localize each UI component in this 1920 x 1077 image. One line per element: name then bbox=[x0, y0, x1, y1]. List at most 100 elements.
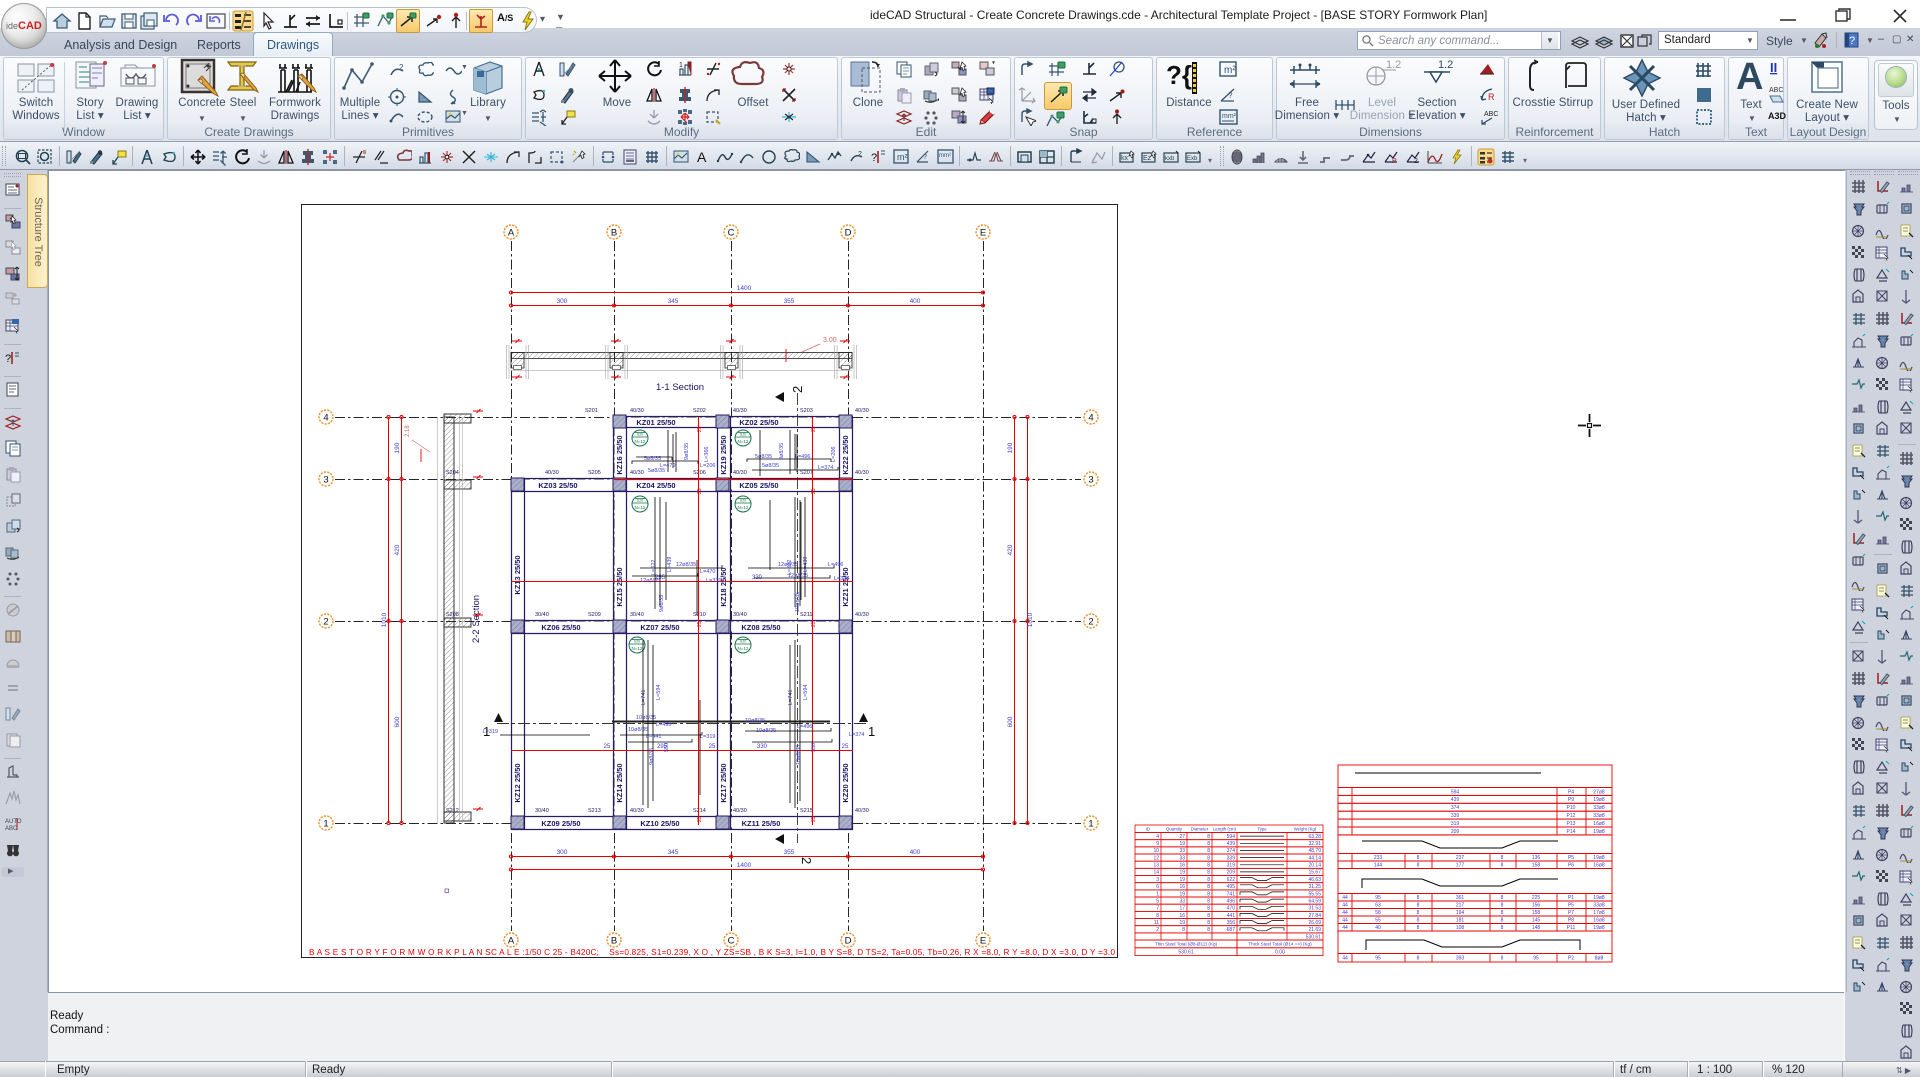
svg-text:17: 17 bbox=[1179, 906, 1185, 912]
svg-text:kxb: kxb bbox=[1165, 156, 1175, 162]
svg-text:N=12: N=12 bbox=[738, 505, 749, 510]
svg-text:12ø8/35: 12ø8/35 bbox=[778, 562, 798, 568]
svg-text:319: 319 bbox=[1451, 821, 1460, 827]
svg-text:2: 2 bbox=[858, 151, 862, 158]
svg-text:5ø8/35: 5ø8/35 bbox=[755, 454, 772, 460]
svg-text:kx: kx bbox=[1121, 155, 1129, 162]
svg-text:300: 300 bbox=[557, 849, 568, 856]
svg-text:300: 300 bbox=[557, 298, 568, 305]
svg-text:225: 225 bbox=[1532, 895, 1541, 901]
svg-text:44: 44 bbox=[1342, 910, 1348, 916]
svg-text:KZ16 25/50: KZ16 25/50 bbox=[615, 435, 624, 474]
svg-text:8: 8 bbox=[1207, 884, 1210, 890]
svg-text:Exb: Exb bbox=[1187, 156, 1198, 162]
svg-text:P5: P5 bbox=[1568, 903, 1574, 909]
svg-text:L=206: L=206 bbox=[831, 447, 837, 462]
svg-text:439: 439 bbox=[1451, 797, 1460, 803]
svg-text:Quantity: Quantity bbox=[1166, 827, 1183, 832]
svg-text:19ø8: 19ø8 bbox=[1593, 855, 1605, 861]
svg-text:33ø8: 33ø8 bbox=[1593, 903, 1605, 909]
svg-text:Type: Type bbox=[1257, 827, 1267, 832]
svg-text:355: 355 bbox=[784, 298, 795, 305]
svg-text:4: 4 bbox=[1088, 413, 1093, 424]
svg-text:16: 16 bbox=[1179, 884, 1185, 890]
svg-text:30/40: 30/40 bbox=[733, 612, 747, 618]
svg-text:40/30: 40/30 bbox=[630, 408, 644, 414]
svg-text:420: 420 bbox=[1007, 544, 1014, 555]
svg-text:L=495: L=495 bbox=[656, 722, 671, 728]
svg-text:8: 8 bbox=[1207, 848, 1210, 854]
svg-text:136: 136 bbox=[1532, 855, 1541, 861]
svg-text:L=366: L=366 bbox=[704, 447, 710, 462]
svg-text:19ø8: 19ø8 bbox=[1593, 829, 1605, 835]
svg-text:P: P bbox=[1392, 158, 1397, 165]
svg-text:8: 8 bbox=[1207, 913, 1210, 919]
svg-text:Length (cm): Length (cm) bbox=[1213, 827, 1236, 832]
svg-text:15.67: 15.67 bbox=[1308, 870, 1321, 876]
svg-text:2: 2 bbox=[1156, 927, 1159, 933]
svg-text:8: 8 bbox=[1207, 927, 1210, 933]
svg-text:158: 158 bbox=[1532, 910, 1541, 916]
svg-text:N=12: N=12 bbox=[738, 646, 749, 651]
svg-text:mm²: mm² bbox=[939, 153, 951, 159]
svg-text:D: D bbox=[845, 936, 852, 947]
svg-text:1-1 Section: 1-1 Section bbox=[656, 382, 704, 393]
svg-text:46.63: 46.63 bbox=[1308, 877, 1321, 883]
svg-text:25: 25 bbox=[842, 744, 849, 750]
svg-text:550: 550 bbox=[811, 743, 817, 752]
svg-text:345: 345 bbox=[668, 298, 679, 305]
svg-text:5ø8/35: 5ø8/35 bbox=[762, 463, 779, 469]
svg-text:2: 2 bbox=[323, 617, 328, 628]
svg-text:10ø8/35: 10ø8/35 bbox=[628, 727, 648, 733]
svg-text:KZ20 25/50: KZ20 25/50 bbox=[841, 763, 850, 802]
svg-text:E: E bbox=[980, 228, 986, 239]
svg-text:2: 2 bbox=[1088, 617, 1093, 628]
svg-text:L=319: L=319 bbox=[700, 734, 715, 740]
svg-text:25: 25 bbox=[604, 744, 611, 750]
svg-text:N=12: N=12 bbox=[635, 505, 646, 510]
svg-text:P10: P10 bbox=[1567, 805, 1576, 811]
svg-text:6: 6 bbox=[1156, 884, 1159, 890]
svg-text:550: 550 bbox=[664, 743, 670, 752]
svg-text:44.14: 44.14 bbox=[1308, 855, 1321, 861]
svg-text:40/30: 40/30 bbox=[855, 808, 869, 814]
svg-text:S209: S209 bbox=[588, 612, 601, 618]
svg-text:40/30: 40/30 bbox=[855, 408, 869, 414]
svg-text:33: 33 bbox=[1179, 855, 1185, 861]
svg-text:8: 8 bbox=[1207, 863, 1210, 869]
svg-text:7: 7 bbox=[1156, 906, 1159, 912]
svg-text:144: 144 bbox=[1374, 863, 1383, 869]
svg-text:1400: 1400 bbox=[737, 862, 752, 869]
svg-text:B: B bbox=[611, 936, 617, 947]
svg-text:600: 600 bbox=[394, 716, 401, 727]
svg-text:P1: P1 bbox=[1568, 895, 1574, 901]
svg-text:S20: S20 bbox=[740, 499, 746, 503]
svg-text:2: 2 bbox=[1414, 158, 1418, 165]
svg-text:S211: S211 bbox=[800, 612, 812, 618]
svg-text:1.2: 1.2 bbox=[1438, 59, 1453, 71]
svg-text:8: 8 bbox=[1501, 863, 1504, 869]
svg-text:KZ02 25/50: KZ02 25/50 bbox=[739, 418, 778, 427]
svg-text:P11: P11 bbox=[1567, 925, 1576, 931]
svg-text:m²: m² bbox=[897, 152, 908, 162]
svg-text:30/40: 30/40 bbox=[535, 612, 549, 618]
svg-text:L=741: L=741 bbox=[788, 690, 794, 705]
svg-text:8: 8 bbox=[1417, 925, 1420, 931]
svg-text:8: 8 bbox=[1501, 855, 1504, 861]
svg-text:27: 27 bbox=[1179, 834, 1185, 840]
svg-text:8: 8 bbox=[1501, 956, 1504, 962]
svg-text:194: 194 bbox=[1456, 910, 1465, 916]
svg-text:25: 25 bbox=[811, 621, 817, 627]
svg-text:687: 687 bbox=[1227, 927, 1236, 933]
svg-text:25: 25 bbox=[811, 488, 817, 494]
svg-text:N=12: N=12 bbox=[632, 646, 643, 651]
svg-text:26.69: 26.69 bbox=[1308, 920, 1321, 926]
svg-text:32.91: 32.91 bbox=[1308, 841, 1321, 847]
svg-text:20.14: 20.14 bbox=[1308, 863, 1321, 869]
svg-text:8: 8 bbox=[1207, 834, 1210, 840]
svg-text:25: 25 bbox=[697, 488, 703, 494]
svg-text:m²: m² bbox=[1224, 65, 1236, 76]
svg-text:L=439: L=439 bbox=[803, 557, 809, 572]
svg-text:8: 8 bbox=[1417, 863, 1420, 869]
svg-text:9ø8/35: 9ø8/35 bbox=[649, 748, 655, 765]
